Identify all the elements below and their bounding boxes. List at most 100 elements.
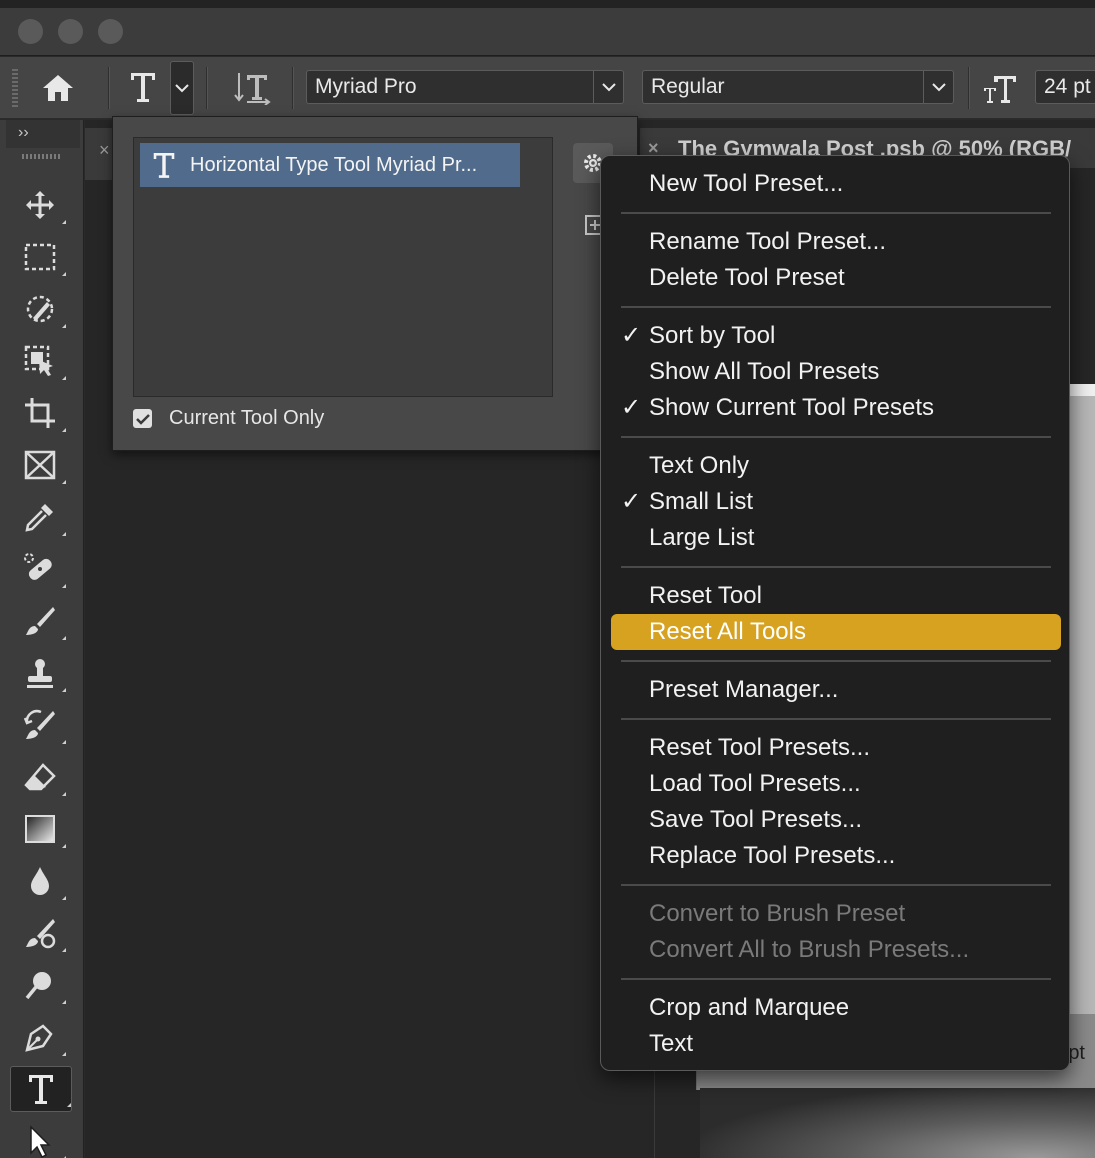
menu-item-load-tool-presets[interactable]: Load Tool Presets... <box>601 766 1071 802</box>
font-family-select[interactable]: Myriad Pro <box>306 70 624 104</box>
checkmark-icon: ✓ <box>621 394 642 421</box>
checkmark-icon: ✓ <box>621 322 642 349</box>
eyedropper-tool[interactable] <box>14 494 66 540</box>
menu-item-label: Convert All to Brush Presets... <box>649 936 970 963</box>
menu-item-rename-tool-preset[interactable]: Rename Tool Preset... <box>601 224 1071 260</box>
object-selection-icon <box>24 345 53 376</box>
separator <box>206 67 207 109</box>
crop-tool[interactable] <box>14 390 66 436</box>
menu-item-reset-tool-presets[interactable]: Reset Tool Presets... <box>601 730 1071 766</box>
menu-item-label: New Tool Preset... <box>649 170 844 197</box>
menu-item-convert-to-brush-preset: Convert to Brush Preset <box>601 896 1071 932</box>
hidden-document-tab[interactable]: × <box>85 128 115 180</box>
horizontal-type-tool[interactable] <box>10 1066 72 1112</box>
menu-item-small-list[interactable]: ✓ Small List <box>601 484 1071 520</box>
frame-tool[interactable] <box>14 442 66 488</box>
menu-separator <box>621 566 1051 568</box>
preset-list-item[interactable]: Horizontal Type Tool Myriad Pr... <box>140 143 520 187</box>
minimize-window-button[interactable] <box>58 19 83 44</box>
font-family-value: Myriad Pro <box>315 75 417 98</box>
home-icon[interactable] <box>36 69 80 107</box>
current-tool-only-checkbox[interactable] <box>133 409 152 428</box>
menu-item-preset-manager[interactable]: Preset Manager... <box>601 672 1071 708</box>
menu-separator <box>621 436 1051 438</box>
magnify-icon <box>25 972 51 1000</box>
menu-item-label: Crop and Marquee <box>649 994 850 1021</box>
type-tool-icon <box>29 1075 53 1104</box>
separator <box>108 67 109 109</box>
current-tool-only-label: Current Tool Only <box>169 407 325 429</box>
font-style-select[interactable]: Regular <box>642 70 954 104</box>
menu-item-label: Large List <box>649 524 755 551</box>
menu-item-show-all-tool-presets[interactable]: Show All Tool Presets <box>601 354 1071 390</box>
pen-icon <box>25 1024 53 1052</box>
font-style-value: Regular <box>651 75 725 98</box>
menu-item-text-only[interactable]: Text Only <box>601 448 1071 484</box>
menu-item-label: Sort by Tool <box>649 322 776 349</box>
tools-panel-header[interactable]: ›› <box>6 120 80 148</box>
object-selection-tool[interactable] <box>14 338 66 384</box>
separator <box>968 67 969 109</box>
menu-item-reset-tool[interactable]: Reset Tool <box>601 578 1071 614</box>
collapse-panel-icon[interactable]: ›› <box>18 124 29 142</box>
rectangular-marquee-tool[interactable] <box>14 234 66 280</box>
eraser-tool[interactable] <box>14 754 66 800</box>
menu-item-delete-tool-preset[interactable]: Delete Tool Preset <box>601 260 1071 296</box>
menu-separator <box>621 306 1051 308</box>
quick-selection-tool[interactable] <box>14 286 66 332</box>
path-selection-tool[interactable] <box>14 962 66 1008</box>
direct-selection-tool[interactable] <box>14 1118 66 1158</box>
close-icon[interactable]: × <box>99 140 110 161</box>
zoom-window-button[interactable] <box>98 19 123 44</box>
chevron-down-icon[interactable] <box>593 71 623 103</box>
blur-tool[interactable] <box>14 858 66 904</box>
menu-item-sort-by-tool[interactable]: ✓ Sort by Tool <box>601 318 1071 354</box>
bandage-icon <box>24 553 52 580</box>
menu-item-label: Replace Tool Presets... <box>649 842 896 869</box>
crop-icon <box>25 398 55 428</box>
document-canvas-partial <box>1068 384 1095 1014</box>
tool-preset-picker-button[interactable] <box>170 61 194 115</box>
chevron-down-icon <box>175 84 189 93</box>
clone-stamp-tool[interactable] <box>14 650 66 696</box>
gradient-tool[interactable] <box>14 806 66 852</box>
type-tool-icon <box>152 151 176 179</box>
spot-healing-brush-tool[interactable] <box>14 546 66 592</box>
move-tool[interactable] <box>14 182 66 228</box>
menu-item-crop-and-marquee[interactable]: Crop and Marquee <box>601 990 1071 1026</box>
window-titlebar <box>0 0 1095 56</box>
checkmark-icon: ✓ <box>621 488 642 515</box>
chevron-down-icon[interactable] <box>923 71 953 103</box>
preset-item-label: Horizontal Type Tool Myriad Pr... <box>190 153 478 176</box>
font-size-input[interactable]: 24 pt <box>1035 70 1095 104</box>
menu-item-label: Text Only <box>649 452 750 479</box>
menu-item-label: Reset All Tools <box>649 618 806 645</box>
menu-item-label: Load Tool Presets... <box>649 770 861 797</box>
options-bar-grip[interactable] <box>12 69 18 107</box>
text-orientation-icon[interactable] <box>232 69 274 107</box>
current-tool-only-row: Current Tool Only <box>133 407 324 430</box>
menu-item-reset-all-tools[interactable]: Reset All Tools <box>611 614 1061 650</box>
menu-item-show-current-tool-presets[interactable]: ✓ Show Current Tool Presets <box>601 390 1071 426</box>
menu-item-text[interactable]: Text <box>601 1026 1071 1062</box>
tools-panel-grip[interactable] <box>22 154 62 159</box>
menu-item-new-tool-preset[interactable]: New Tool Preset... <box>601 166 1071 202</box>
menu-item-replace-tool-presets[interactable]: Replace Tool Presets... <box>601 838 1071 874</box>
dodge-tool[interactable] <box>14 910 66 956</box>
history-brush-tool[interactable] <box>14 702 66 748</box>
pen-tool[interactable] <box>14 1014 66 1060</box>
menu-separator <box>621 884 1051 886</box>
menu-item-save-tool-presets[interactable]: Save Tool Presets... <box>601 802 1071 838</box>
menu-separator <box>621 660 1051 662</box>
preset-list[interactable]: Horizontal Type Tool Myriad Pr... <box>133 137 553 397</box>
menu-item-label: Save Tool Presets... <box>649 806 862 833</box>
type-tool-icon[interactable] <box>124 67 162 107</box>
close-window-button[interactable] <box>18 19 43 44</box>
stamp-icon <box>27 659 53 688</box>
brush-tool[interactable] <box>14 598 66 644</box>
tool-preset-context-menu: New Tool Preset... Rename Tool Preset... D… <box>600 155 1070 1071</box>
menu-item-label: Rename Tool Preset... <box>649 228 887 255</box>
menu-item-large-list[interactable]: Large List <box>601 520 1071 556</box>
menu-item-label: Text <box>649 1030 694 1057</box>
brush-icon <box>26 607 55 635</box>
